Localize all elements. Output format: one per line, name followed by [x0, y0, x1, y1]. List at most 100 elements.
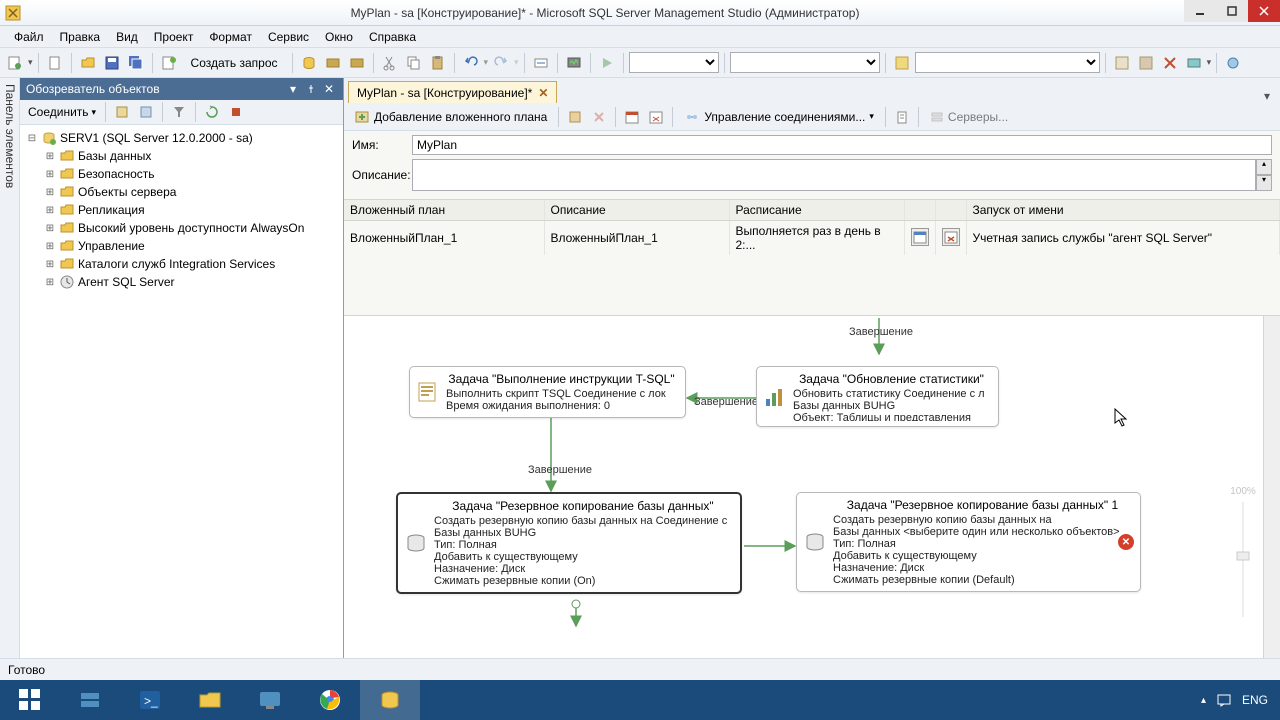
- schedule-button[interactable]: [621, 106, 643, 128]
- delete-subplan-button[interactable]: [588, 106, 610, 128]
- taskbar-rdp[interactable]: [240, 680, 300, 720]
- name-input[interactable]: [412, 135, 1272, 155]
- tree-server-objects[interactable]: ⊞Объекты сервера: [40, 183, 341, 201]
- panel-dropdown-icon[interactable]: ▾: [285, 81, 301, 97]
- maximize-button[interactable]: [1216, 0, 1248, 22]
- database-combo[interactable]: [915, 52, 1100, 73]
- manage-connections-button[interactable]: Управление соединениями... ▾: [678, 107, 880, 127]
- start-button[interactable]: [0, 680, 60, 720]
- copy-button[interactable]: [403, 52, 425, 74]
- config-combo[interactable]: [730, 52, 880, 73]
- menu-window[interactable]: Окно: [317, 28, 361, 46]
- tray-action-center-icon[interactable]: [1216, 692, 1232, 708]
- open-button[interactable]: [77, 52, 99, 74]
- dmx-query-button[interactable]: [346, 52, 368, 74]
- oe-btn-1[interactable]: [111, 101, 133, 123]
- subplan-row[interactable]: ВложенныйПлан_1 ВложенныйПлан_1 Выполняе…: [344, 221, 1280, 256]
- zoom-control[interactable]: 100%: [1228, 486, 1258, 646]
- menu-project[interactable]: Проект: [146, 28, 202, 46]
- tb-icon-2[interactable]: [1135, 52, 1157, 74]
- new-query-icon[interactable]: [158, 52, 180, 74]
- tb-icon-5[interactable]: [1222, 52, 1244, 74]
- tree-replication[interactable]: ⊞Репликация: [40, 201, 341, 219]
- tree-agent[interactable]: ⊞Агент SQL Server: [40, 273, 341, 291]
- mdx-query-button[interactable]: [322, 52, 344, 74]
- taskbar-explorer[interactable]: [180, 680, 240, 720]
- oe-btn-2[interactable]: [135, 101, 157, 123]
- menu-view[interactable]: Вид: [108, 28, 146, 46]
- menu-edit[interactable]: Правка: [52, 28, 109, 46]
- report-button[interactable]: [891, 106, 913, 128]
- tray-language[interactable]: ENG: [1242, 693, 1268, 707]
- desc-spin-up[interactable]: ▴: [1256, 159, 1272, 175]
- cell-runas[interactable]: Учетная запись службы "агент SQL Server": [966, 221, 1280, 256]
- activity-monitor-button[interactable]: [563, 52, 585, 74]
- save-all-button[interactable]: [125, 52, 147, 74]
- tree-integration[interactable]: ⊞Каталоги служб Integration Services: [40, 255, 341, 273]
- save-button[interactable]: [101, 52, 123, 74]
- new-project-button[interactable]: [4, 52, 26, 74]
- cell-sched-btn1[interactable]: [904, 221, 935, 256]
- system-tray[interactable]: ▴ ENG: [1189, 692, 1280, 708]
- tb-icon-4[interactable]: [1183, 52, 1205, 74]
- tree-server-node[interactable]: ⊟ SERV1 (SQL Server 12.0.2000 - sa): [22, 129, 341, 147]
- toolbox-tab[interactable]: Панель элементов: [0, 78, 20, 658]
- tab-dropdown-icon[interactable]: ▾: [1258, 89, 1276, 103]
- paste-button[interactable]: [427, 52, 449, 74]
- col-schedule[interactable]: Расписание: [729, 200, 904, 221]
- debug-target-combo[interactable]: [629, 52, 719, 73]
- col-desc[interactable]: Описание: [544, 200, 729, 221]
- vertical-scrollbar[interactable]: [1263, 316, 1280, 658]
- execute-button[interactable]: [596, 52, 618, 74]
- design-canvas[interactable]: Завершение Завершение Завершение Задача …: [344, 316, 1280, 658]
- engine-query-button[interactable]: [298, 52, 320, 74]
- oe-filter-button[interactable]: [168, 101, 190, 123]
- properties-button[interactable]: [891, 52, 913, 74]
- cut-button[interactable]: [379, 52, 401, 74]
- tree-databases[interactable]: ⊞Базы данных: [40, 147, 341, 165]
- taskbar-ssms[interactable]: [360, 680, 420, 720]
- desc-input[interactable]: [412, 159, 1256, 191]
- add-subplan-button[interactable]: Добавление вложенного плана: [348, 107, 553, 127]
- menu-file[interactable]: Файл: [6, 28, 52, 46]
- remove-schedule-button[interactable]: [645, 106, 667, 128]
- menu-format[interactable]: Формат: [201, 28, 260, 46]
- cell-desc[interactable]: ВложенныйПлан_1: [544, 221, 729, 256]
- cell-sched-btn2[interactable]: [935, 221, 966, 256]
- task-backup-error[interactable]: ✕ Задача "Резервное копирование базы дан…: [796, 492, 1141, 592]
- undo-button[interactable]: [460, 52, 482, 74]
- tb-icon-1[interactable]: [1111, 52, 1133, 74]
- col-runas[interactable]: Запуск от имени: [966, 200, 1280, 221]
- taskbar-powershell[interactable]: >_: [120, 680, 180, 720]
- connect-dropdown[interactable]: Соединить ▾: [24, 103, 100, 121]
- tb-icon-3[interactable]: [1159, 52, 1181, 74]
- task-tsql[interactable]: Задача "Выполнение инструкции T-SQL" Вып…: [409, 366, 686, 418]
- find-button[interactable]: [530, 52, 552, 74]
- tree-alwayson[interactable]: ⊞Высокий уровень доступности AlwaysOn: [40, 219, 341, 237]
- tree-management[interactable]: ⊞Управление: [40, 237, 341, 255]
- tab-close-icon[interactable]: ✕: [538, 86, 548, 100]
- desc-spin-down[interactable]: ▾: [1256, 175, 1272, 191]
- oe-stop-button[interactable]: [225, 101, 247, 123]
- menu-service[interactable]: Сервис: [260, 28, 317, 46]
- object-tree[interactable]: ⊟ SERV1 (SQL Server 12.0.2000 - sa) ⊞Баз…: [20, 125, 343, 658]
- close-button[interactable]: [1248, 0, 1280, 22]
- task-backup-selected[interactable]: Задача "Резервное копирование базы данны…: [396, 492, 742, 594]
- servers-button[interactable]: Серверы...: [924, 108, 1014, 126]
- cell-plan[interactable]: ВложенныйПлан_1: [344, 221, 544, 256]
- new-query-button[interactable]: Создать запрос: [182, 52, 287, 74]
- minimize-button[interactable]: [1184, 0, 1216, 22]
- oe-refresh-button[interactable]: [201, 101, 223, 123]
- redo-button[interactable]: [490, 52, 512, 74]
- subplan-props-button[interactable]: [564, 106, 586, 128]
- panel-close-icon[interactable]: ✕: [321, 81, 337, 97]
- tree-security[interactable]: ⊞Безопасность: [40, 165, 341, 183]
- tray-chevron-icon[interactable]: ▴: [1201, 695, 1206, 706]
- menu-help[interactable]: Справка: [361, 28, 424, 46]
- tab-myplan[interactable]: MyPlan - sa [Конструирование]* ✕: [348, 81, 557, 103]
- task-stats[interactable]: Задача "Обновление статистики" Обновить …: [756, 366, 999, 427]
- pin-icon[interactable]: [303, 81, 319, 97]
- taskbar-chrome[interactable]: [300, 680, 360, 720]
- cell-sched[interactable]: Выполняется раз в день в 2:...: [729, 221, 904, 256]
- taskbar-server-manager[interactable]: [60, 680, 120, 720]
